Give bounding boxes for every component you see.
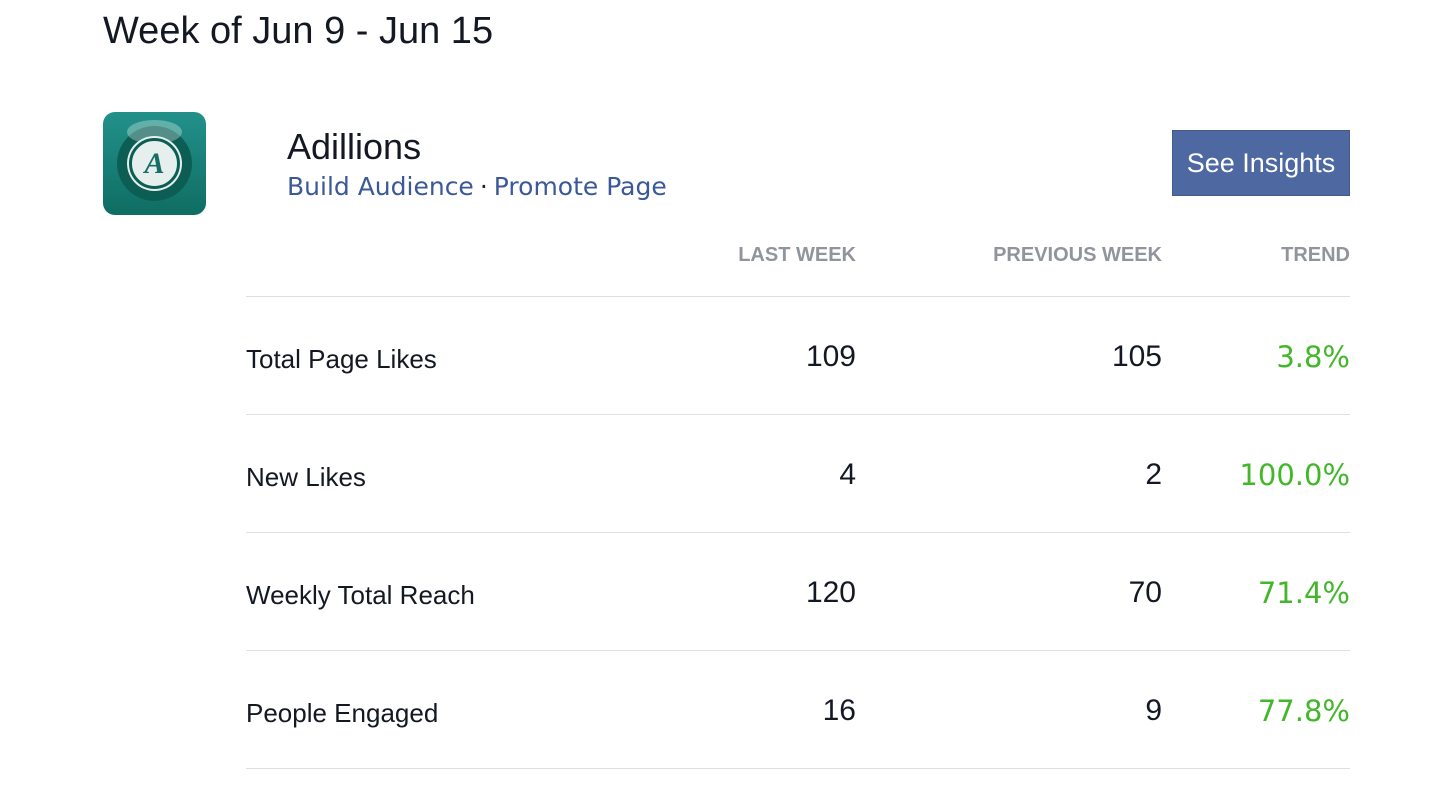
divider xyxy=(246,532,1350,533)
see-insights-button[interactable]: See Insights xyxy=(1172,130,1350,196)
previous-week-value: 2 xyxy=(1145,458,1162,491)
logo-letter: A xyxy=(129,138,180,189)
metric-label: New Likes xyxy=(246,462,366,492)
trend-value: 3.8% xyxy=(1276,340,1350,374)
promote-page-link[interactable]: Promote Page xyxy=(494,172,667,201)
last-week-value: 120 xyxy=(805,576,856,609)
separator: · xyxy=(479,172,488,201)
page-logo[interactable]: A xyxy=(103,112,206,215)
week-title: Week of Jun 9 - Jun 15 xyxy=(103,10,494,52)
divider xyxy=(246,296,1350,297)
table-row: New Likes 4 2 100.0% xyxy=(246,458,1350,498)
divider xyxy=(246,414,1350,415)
metric-label: Weekly Total Reach xyxy=(246,580,475,610)
previous-week-value: 9 xyxy=(1145,694,1162,727)
trend-value: 77.8% xyxy=(1257,694,1350,728)
metric-label: People Engaged xyxy=(246,698,439,728)
column-header-previous-week: PREVIOUS WEEK xyxy=(993,244,1162,266)
divider xyxy=(246,650,1350,651)
previous-week-value: 105 xyxy=(1111,340,1162,373)
column-header-trend: TREND xyxy=(1281,244,1350,266)
last-week-value: 16 xyxy=(822,694,856,727)
table-row: Weekly Total Reach 120 70 71.4% xyxy=(246,576,1350,616)
column-header-last-week: LAST WEEK xyxy=(738,244,856,266)
divider xyxy=(246,768,1350,769)
page-name[interactable]: Adillions xyxy=(287,126,421,168)
metric-label: Total Page Likes xyxy=(246,344,437,374)
table-row: Total Page Likes 109 105 3.8% xyxy=(246,340,1350,380)
trend-value: 71.4% xyxy=(1257,576,1350,610)
page-links: Build Audience · Promote Page xyxy=(287,172,667,201)
previous-week-value: 70 xyxy=(1128,576,1162,609)
last-week-value: 4 xyxy=(839,458,856,491)
last-week-value: 109 xyxy=(805,340,856,373)
table-row: People Engaged 16 9 77.8% xyxy=(246,694,1350,734)
build-audience-link[interactable]: Build Audience xyxy=(287,172,474,201)
trend-value: 100.0% xyxy=(1239,458,1350,492)
